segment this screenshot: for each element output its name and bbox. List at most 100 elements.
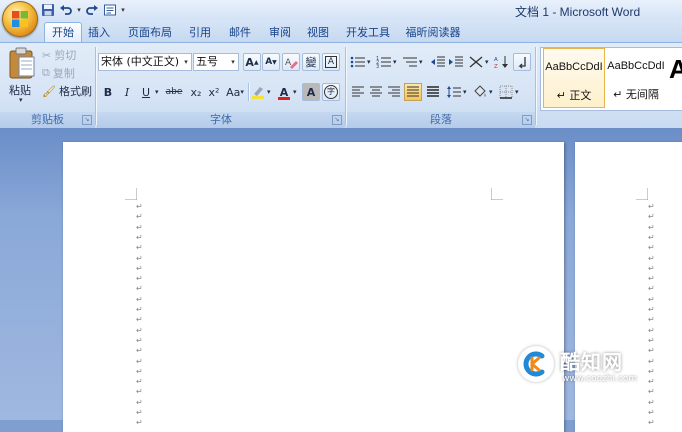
ribbon: 粘贴 ▾ ✂ 剪切 ⧉ 复制 🖌 格式刷 剪贴板 ↘ 宋体 (中文正文) ▾ 五…: [0, 42, 682, 129]
clipboard-dialog-launcher[interactable]: ↘: [82, 115, 92, 125]
distributed-button[interactable]: [424, 83, 442, 101]
grow-font-icon: A: [245, 55, 254, 69]
font-size-dropdown-icon[interactable]: ▾: [228, 54, 238, 70]
style-no-spacing[interactable]: AaBbCcDdI ↵ 无间隔: [605, 48, 667, 108]
line-spacing-dropdown-icon[interactable]: ▾: [463, 88, 467, 96]
multilevel-list-button[interactable]: [401, 53, 419, 71]
justify-button[interactable]: [404, 83, 422, 101]
group-divider: [95, 47, 96, 125]
borders-icon: [499, 85, 513, 99]
highlight-button[interactable]: [249, 83, 267, 101]
bullets-button[interactable]: [349, 53, 367, 71]
underline-button[interactable]: U: [137, 83, 155, 101]
tab-references[interactable]: 引用: [182, 23, 218, 42]
cut-button[interactable]: ✂ 剪切: [42, 47, 76, 63]
format-painter-button[interactable]: 🖌 格式刷: [42, 83, 92, 99]
style-heading-1[interactable]: A: [669, 54, 682, 85]
save-icon[interactable]: [40, 2, 56, 18]
tab-page-layout[interactable]: 页面布局: [120, 23, 180, 42]
undo-dropdown-icon[interactable]: ▾: [76, 6, 82, 14]
decrease-indent-button[interactable]: [429, 53, 447, 71]
show-hide-marks-button[interactable]: [513, 53, 531, 71]
group-divider: [345, 47, 346, 125]
subscript-button[interactable]: x₂: [187, 83, 205, 101]
paste-button[interactable]: 粘贴 ▾: [7, 46, 37, 106]
paintbrush-icon: 🖌: [42, 84, 56, 98]
font-color-button[interactable]: A: [275, 83, 293, 101]
chinese-layout-button[interactable]: [467, 53, 485, 71]
font-size-box[interactable]: 五号 ▾: [193, 53, 239, 71]
copy-label: 复制: [52, 67, 75, 80]
font-color-swatch: [278, 97, 290, 100]
clipboard-group: 粘贴 ▾ ✂ 剪切 ⧉ 复制 🖌 格式刷 剪贴板 ↘: [0, 43, 95, 128]
underline-dropdown-icon[interactable]: ▾: [155, 88, 159, 96]
borders-button[interactable]: [497, 83, 515, 101]
style-normal[interactable]: AaBbCcDdI ↵ 正文: [543, 48, 605, 108]
chinese-layout-dropdown-icon[interactable]: ▾: [485, 58, 489, 66]
paragraph-dialog-launcher[interactable]: ↘: [522, 115, 532, 125]
style-normal-name: ↵ 正文: [556, 89, 592, 102]
align-right-button[interactable]: [385, 83, 403, 101]
bullets-dropdown-icon[interactable]: ▾: [367, 58, 371, 66]
tab-view[interactable]: 视图: [300, 23, 336, 42]
superscript-button[interactable]: x²: [205, 83, 223, 101]
shrink-font-icon: A: [265, 57, 273, 67]
shrink-font-button[interactable]: A ▼: [262, 53, 280, 71]
character-shading-button[interactable]: A: [302, 83, 320, 101]
eraser-icon: A: [285, 58, 298, 69]
tab-developer[interactable]: 开发工具: [338, 23, 398, 42]
font-name-value: 宋体 (中文正文): [101, 55, 180, 68]
enclose-characters-icon: 字: [324, 85, 338, 99]
style-normal-sample: AaBbCcDdI: [545, 61, 603, 73]
paragraph-mark: ↵: [648, 418, 655, 428]
enclose-characters-button[interactable]: 字: [322, 83, 340, 101]
copy-button[interactable]: ⧉ 复制: [42, 65, 75, 81]
watermark-title: 酷知网: [560, 350, 623, 374]
grow-font-button[interactable]: A ▲: [243, 53, 261, 71]
align-left-button[interactable]: [349, 83, 367, 101]
tab-home[interactable]: 开始: [44, 22, 82, 42]
undo-icon[interactable]: [58, 2, 74, 18]
clear-formatting-button[interactable]: A: [282, 53, 300, 71]
increase-indent-button[interactable]: [447, 53, 465, 71]
line-spacing-button[interactable]: [445, 83, 463, 101]
highlight-dropdown-icon[interactable]: ▾: [267, 88, 271, 96]
sort-button[interactable]: AZ: [493, 53, 511, 71]
document-page[interactable]: ↵ ↵ ↵ ↵ ↵ ↵ ↵ ↵ ↵ ↵ ↵ ↵ ↵ ↵ ↵ ↵ ↵ ↵ ↵ ↵ ↵ ↵: [63, 142, 564, 432]
bold-button[interactable]: B: [99, 83, 117, 101]
multilevel-list-icon: [403, 57, 417, 67]
numbering-button[interactable]: 123: [375, 53, 393, 71]
cut-label: 剪切: [54, 49, 77, 62]
numbering-dropdown-icon[interactable]: ▾: [393, 58, 397, 66]
tab-review[interactable]: 审阅: [262, 23, 298, 42]
style-no-spacing-sample: AaBbCcDdI: [607, 60, 665, 72]
print-preview-icon[interactable]: [102, 2, 118, 18]
paragraph-mark-icon: [518, 57, 526, 69]
format-painter-label: 格式刷: [58, 85, 92, 98]
font-group: 宋体 (中文正文) ▾ 五号 ▾ A ▲ A ▼ A 變 A B I U ▾ abe…: [97, 43, 345, 128]
italic-button[interactable]: I: [118, 83, 136, 101]
font-dialog-launcher[interactable]: ↘: [332, 115, 342, 125]
redo-icon[interactable]: [84, 2, 100, 18]
svg-text:A: A: [494, 57, 498, 63]
font-name-box[interactable]: 宋体 (中文正文) ▾: [98, 53, 192, 71]
character-shading-icon: A: [306, 85, 316, 99]
phonetic-guide-button[interactable]: 變: [302, 53, 320, 71]
borders-dropdown-icon[interactable]: ▾: [515, 88, 519, 96]
watermark-logo: [518, 346, 554, 382]
tab-mailings[interactable]: 邮件: [222, 23, 258, 42]
shading-button[interactable]: [471, 83, 489, 101]
office-button[interactable]: [2, 1, 38, 37]
strikethrough-button[interactable]: abe: [163, 83, 185, 101]
tab-foxit-reader[interactable]: 福昕阅读器: [400, 23, 466, 42]
change-case-button[interactable]: Aa ▾: [224, 83, 246, 101]
font-color-dropdown-icon[interactable]: ▾: [293, 88, 297, 96]
multilevel-dropdown-icon[interactable]: ▾: [419, 58, 423, 66]
shading-dropdown-icon[interactable]: ▾: [489, 88, 493, 96]
character-border-button[interactable]: A: [322, 53, 340, 71]
font-name-dropdown-icon[interactable]: ▾: [181, 54, 191, 70]
align-center-button[interactable]: [367, 83, 385, 101]
paste-dropdown-icon[interactable]: ▾: [19, 96, 23, 104]
customize-qat-icon[interactable]: ▾: [120, 6, 126, 14]
tab-insert[interactable]: 插入: [82, 23, 116, 42]
